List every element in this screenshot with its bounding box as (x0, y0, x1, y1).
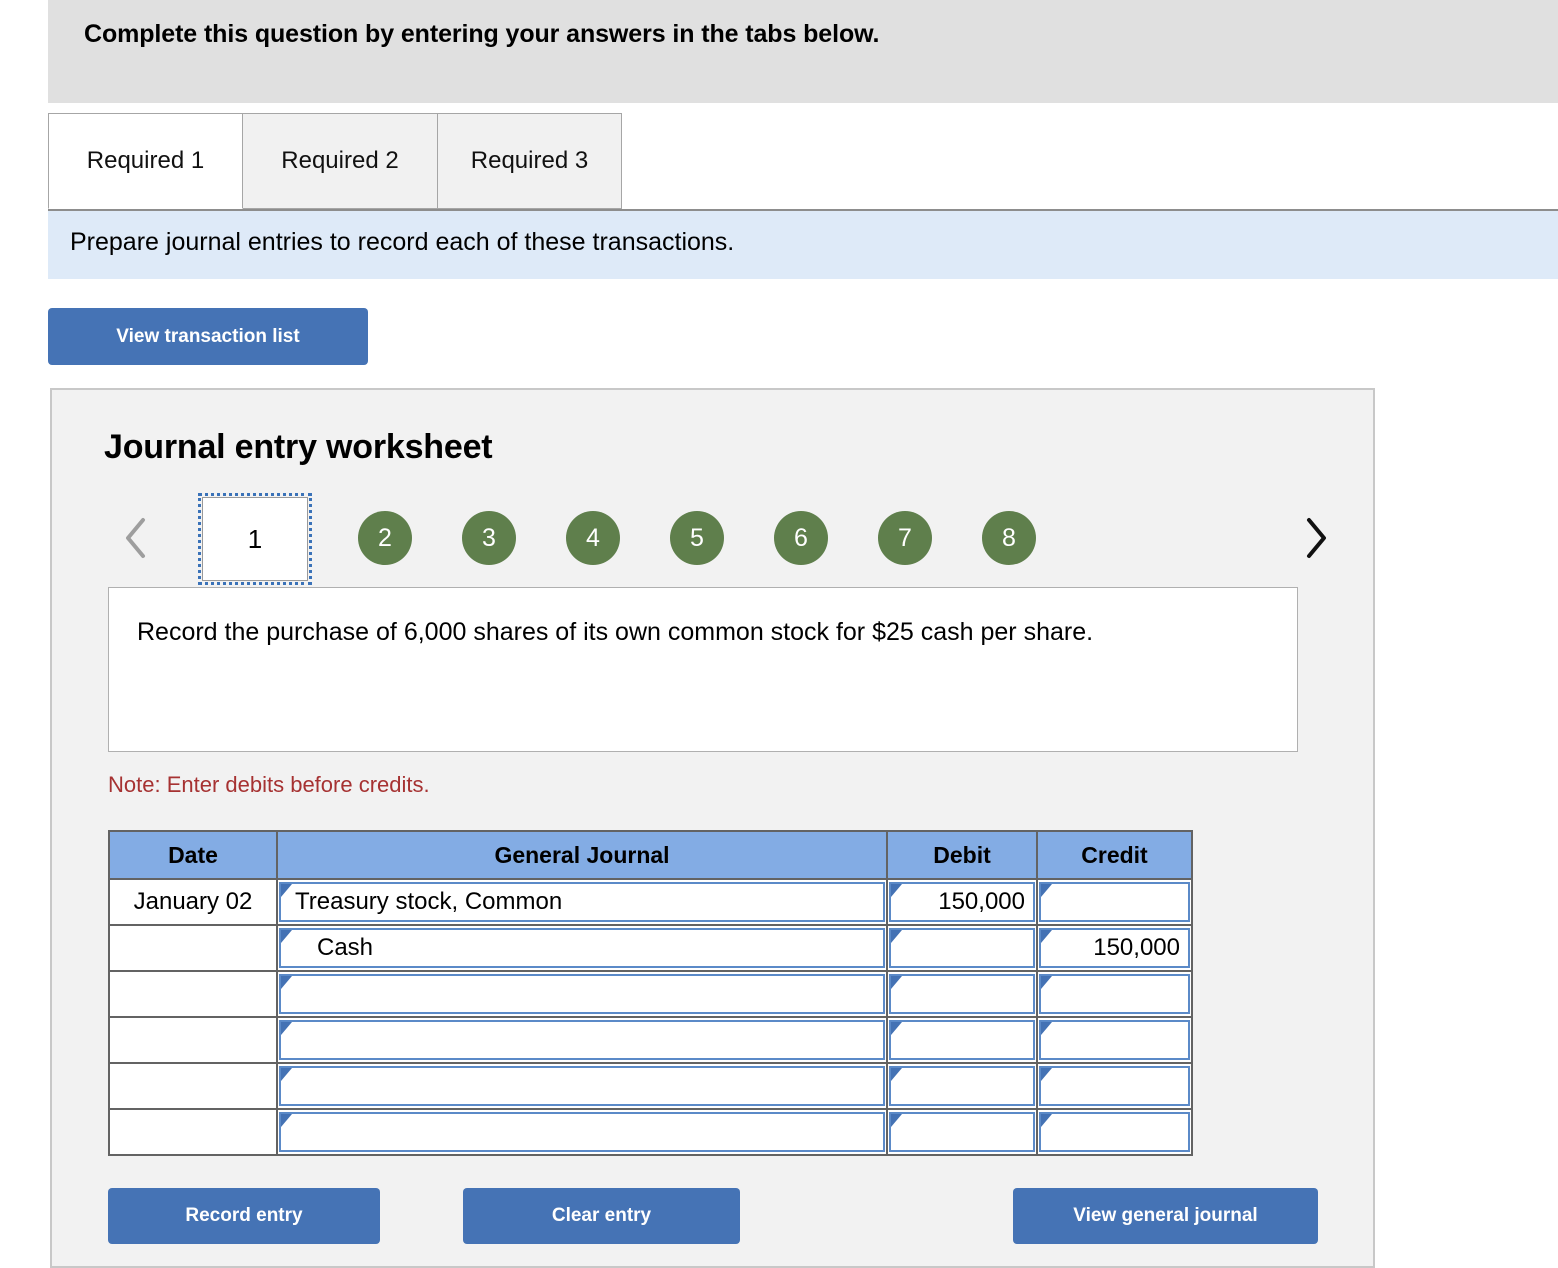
column-header-date: Date (108, 830, 278, 880)
account-input[interactable] (279, 974, 885, 1014)
account-cell[interactable] (276, 970, 888, 1018)
journal-entry-worksheet-panel: Journal entry worksheet 1 2 3 4 5 6 7 8 … (50, 388, 1375, 1268)
clear-entry-label: Clear entry (551, 1205, 652, 1226)
credit-cell[interactable] (1036, 1062, 1193, 1110)
pager-step-8-label: 8 (1002, 523, 1016, 552)
debit-input[interactable] (889, 1020, 1035, 1060)
column-header-credit: Credit (1036, 830, 1193, 880)
account-cell[interactable] (276, 1062, 888, 1110)
tab-required-3[interactable]: Required 3 (437, 113, 622, 209)
date-cell[interactable]: January 02 (108, 878, 278, 926)
credit-cell[interactable]: 150,000 (1036, 924, 1193, 972)
view-general-journal-label: View general journal (1073, 1205, 1258, 1226)
chevron-right-icon[interactable] (1294, 509, 1338, 567)
tab-required-2[interactable]: Required 2 (242, 113, 438, 209)
date-cell[interactable] (108, 970, 278, 1018)
clear-entry-button[interactable]: Clear entry (463, 1188, 740, 1244)
debits-before-credits-note: Note: Enter debits before credits. (108, 772, 430, 797)
pager-step-3[interactable]: 3 (462, 511, 516, 565)
date-cell[interactable] (108, 1062, 278, 1110)
credit-input[interactable] (1039, 1020, 1190, 1060)
required-tabs: Required 1 Required 2 Required 3 (48, 113, 1558, 211)
debit-cell[interactable] (886, 1016, 1038, 1064)
debit-cell[interactable] (886, 1108, 1038, 1156)
credit-input[interactable] (1039, 882, 1190, 922)
credit-input[interactable] (1039, 974, 1190, 1014)
table-row (108, 1108, 1193, 1156)
account-input[interactable] (279, 1066, 885, 1106)
account-input[interactable]: Cash (279, 928, 885, 968)
question-header-banner: Complete this question by entering your … (48, 0, 1558, 103)
instruction-bar: Prepare journal entries to record each o… (48, 209, 1558, 279)
pager-step-2[interactable]: 2 (358, 511, 412, 565)
tab-required-1[interactable]: Required 1 (48, 113, 243, 209)
date-cell[interactable] (108, 1016, 278, 1064)
journal-entry-table: Date General Journal Debit Credit Januar… (108, 830, 1193, 1156)
transaction-description-box: Record the purchase of 6,000 shares of i… (108, 587, 1298, 752)
view-general-journal-button[interactable]: View general journal (1013, 1188, 1318, 1244)
credit-cell[interactable] (1036, 878, 1193, 926)
pager-step-5-label: 5 (690, 523, 704, 552)
pager-step-4[interactable]: 4 (566, 511, 620, 565)
column-header-general-journal: General Journal (276, 830, 888, 880)
table-row: Cash 150,000 (108, 924, 1193, 972)
table-row (108, 970, 1193, 1018)
account-cell[interactable] (276, 1016, 888, 1064)
account-cell[interactable]: Cash (276, 924, 888, 972)
credit-input[interactable] (1039, 1112, 1190, 1152)
account-input[interactable] (279, 1020, 885, 1060)
table-row (108, 1016, 1193, 1064)
credit-input[interactable]: 150,000 (1039, 928, 1190, 968)
debit-cell[interactable] (886, 1062, 1038, 1110)
worksheet-pager: 1 2 3 4 5 6 7 8 (104, 493, 1344, 585)
banner-instruction-text: Complete this question by entering your … (84, 20, 880, 48)
pager-step-1[interactable]: 1 (198, 493, 312, 585)
debit-input[interactable]: 150,000 (889, 882, 1035, 922)
worksheet-title: Journal entry worksheet (104, 428, 493, 466)
pager-step-5[interactable]: 5 (670, 511, 724, 565)
debit-cell[interactable] (886, 924, 1038, 972)
credit-input[interactable] (1039, 1066, 1190, 1106)
table-row: January 02 Treasury stock, Common 150,00… (108, 878, 1193, 926)
table-row (108, 1062, 1193, 1110)
view-transaction-list-label: View transaction list (116, 325, 300, 347)
credit-cell[interactable] (1036, 1016, 1193, 1064)
column-header-debit: Debit (886, 830, 1038, 880)
pager-step-7[interactable]: 7 (878, 511, 932, 565)
table-header-row: Date General Journal Debit Credit (108, 830, 1193, 880)
pager-step-8[interactable]: 8 (982, 511, 1036, 565)
transaction-description-text: Record the purchase of 6,000 shares of i… (137, 618, 1094, 646)
debit-input[interactable] (889, 928, 1035, 968)
instruction-text: Prepare journal entries to record each o… (70, 228, 735, 256)
tab-required-1-label: Required 1 (86, 147, 205, 174)
pager-step-7-label: 7 (898, 523, 912, 552)
pager-step-2-label: 2 (378, 523, 392, 552)
view-transaction-list-button[interactable]: View transaction list (48, 308, 368, 365)
pager-step-6[interactable]: 6 (774, 511, 828, 565)
chevron-left-icon[interactable] (114, 509, 158, 567)
credit-cell[interactable] (1036, 1108, 1193, 1156)
account-input[interactable] (279, 1112, 885, 1152)
pager-step-3-label: 3 (482, 523, 496, 552)
record-entry-button[interactable]: Record entry (108, 1188, 380, 1244)
debit-input[interactable] (889, 1112, 1035, 1152)
debit-input[interactable] (889, 1066, 1035, 1106)
tab-required-3-label: Required 3 (470, 147, 589, 174)
debit-input[interactable] (889, 974, 1035, 1014)
date-cell[interactable] (108, 1108, 278, 1156)
debit-cell[interactable] (886, 970, 1038, 1018)
credit-cell[interactable] (1036, 970, 1193, 1018)
tab-required-2-label: Required 2 (281, 147, 399, 174)
account-cell[interactable]: Treasury stock, Common (276, 878, 888, 926)
account-input[interactable]: Treasury stock, Common (279, 882, 885, 922)
debit-cell[interactable]: 150,000 (886, 878, 1038, 926)
pager-step-6-label: 6 (794, 523, 808, 552)
record-entry-label: Record entry (185, 1205, 303, 1226)
pager-step-1-label: 1 (247, 523, 263, 554)
pager-step-4-label: 4 (586, 523, 600, 552)
date-cell[interactable] (108, 924, 278, 972)
account-cell[interactable] (276, 1108, 888, 1156)
